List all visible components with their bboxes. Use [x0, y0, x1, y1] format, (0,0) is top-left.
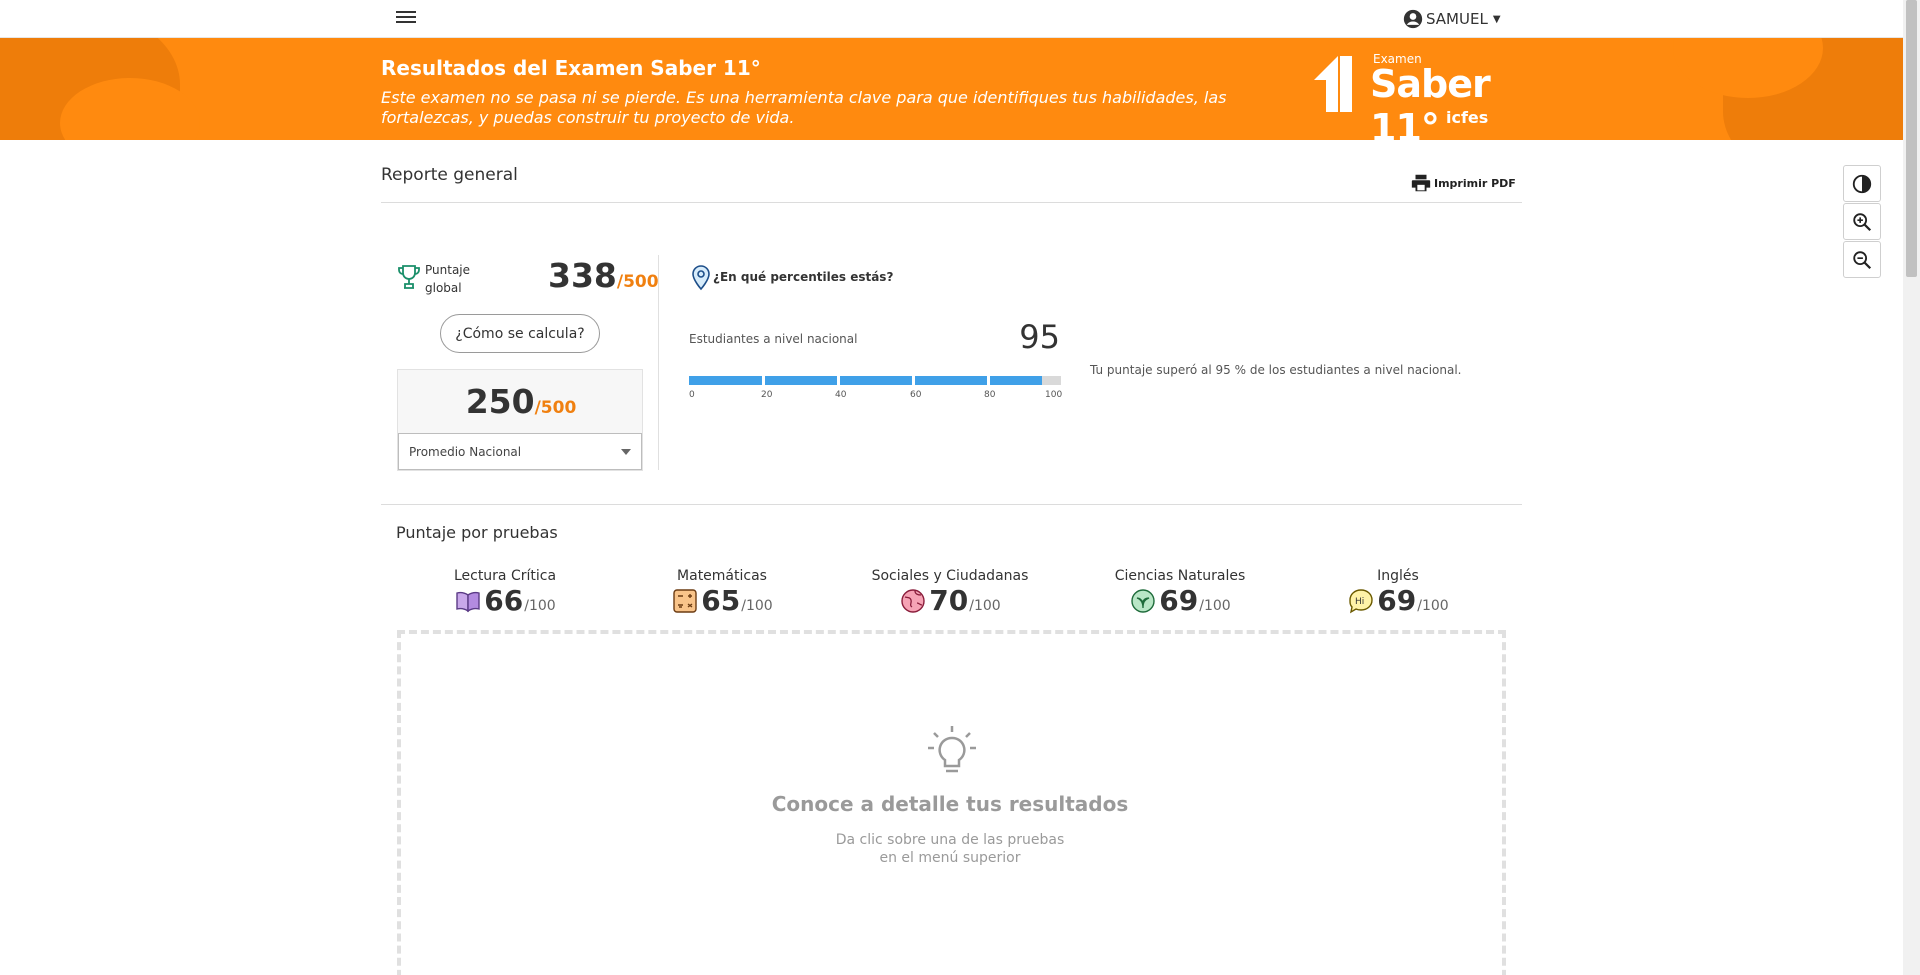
detail-subtitle: Da clic sobre una de las pruebas en el m…	[700, 831, 1200, 867]
test-score-row: 66/100	[395, 586, 615, 616]
test-score-item[interactable]: Inglés Hi 69/100	[1288, 568, 1508, 616]
speech-bubble-icon: Hi	[1347, 587, 1375, 615]
test-score-row: Hi 69/100	[1288, 586, 1508, 616]
test-score-value: 66	[484, 584, 524, 617]
detail-subtitle-line-2: en el menú superior	[879, 850, 1021, 866]
svg-text:Hi: Hi	[1355, 597, 1364, 607]
zoom-in-icon	[1853, 212, 1872, 231]
test-score-max: /100	[524, 598, 556, 614]
test-score-max: /100	[969, 598, 1001, 614]
average-score-max: /500	[534, 398, 577, 418]
test-score-item[interactable]: Sociales y Ciudadanas 70/100	[840, 568, 1060, 616]
chevron-down-icon	[621, 449, 631, 455]
global-score-value: 338	[548, 256, 617, 295]
global-score-label: Puntaje global	[425, 263, 471, 295]
average-score-card: 250/500 Promedio Nacional	[397, 369, 643, 471]
user-name: SAMUEL	[1426, 10, 1488, 28]
account-circle-icon	[1403, 9, 1423, 29]
percentile-tick-label: 80	[984, 390, 996, 400]
globe-icon	[899, 587, 927, 615]
detail-subtitle-line-1: Da clic sobre una de las pruebas	[835, 832, 1065, 848]
saber-11-logo: Examen Saber 11° icfes	[1312, 50, 1522, 140]
percentile-tick-label: 100	[1045, 390, 1063, 400]
vertical-divider	[658, 255, 659, 470]
contrast-toggle-button[interactable]	[1843, 165, 1881, 202]
percentile-title: ¿En qué percentiles estás?	[713, 270, 894, 284]
percentile-tick-label: 60	[910, 390, 922, 400]
test-score-row: 65/100	[612, 586, 832, 616]
zoom-out-icon	[1853, 250, 1872, 269]
test-score-max: /100	[1199, 598, 1231, 614]
detail-title: Conoce a detalle tus resultados	[771, 792, 1129, 816]
average-type-selected: Promedio Nacional	[409, 444, 522, 459]
logo-saber-text: Saber 11°	[1370, 62, 1491, 140]
tests-section-title: Puntaje por pruebas	[396, 523, 558, 542]
calculator-icon	[671, 587, 699, 615]
percentile-label: Estudiantes a nivel nacional	[689, 332, 858, 346]
test-name: Ciencias Naturales	[1114, 568, 1246, 584]
user-menu-dropdown[interactable]: SAMUEL ▼	[1403, 7, 1501, 31]
test-score-max: /100	[1417, 598, 1449, 614]
banner-subtitle: Este examen no se pasa ni se pierde. Es …	[381, 88, 1227, 127]
lightbulb-icon	[928, 726, 976, 773]
book-icon	[454, 587, 482, 615]
average-score: 250/500	[398, 382, 644, 421]
top-navbar: SAMUEL ▼	[0, 0, 1903, 38]
global-score-max: /500	[616, 272, 659, 292]
leaf-icon	[1129, 587, 1157, 615]
scrollbar-thumb[interactable]	[1906, 0, 1917, 277]
percentile-tick-label: 0	[689, 390, 695, 400]
test-score-max: /100	[741, 598, 773, 614]
banner-title: Resultados del Examen Saber 11°	[381, 56, 761, 80]
test-name: Lectura Crítica	[453, 568, 557, 584]
test-score-value: 69	[1159, 584, 1199, 617]
percentile-bar	[689, 376, 1061, 385]
print-pdf-label: Imprimir PDF	[1434, 176, 1516, 190]
zoom-out-button[interactable]	[1843, 241, 1881, 278]
report-title: Reporte general	[381, 165, 518, 185]
test-score-item[interactable]: Ciencias Naturales 69/100	[1070, 568, 1290, 616]
location-pin-icon	[692, 265, 710, 291]
test-score-value: 70	[929, 584, 969, 617]
accessibility-toolbar	[1843, 165, 1881, 279]
caret-down-icon: ▼	[1492, 13, 1501, 25]
test-name: Inglés	[1377, 568, 1419, 584]
test-name: Matemáticas	[677, 568, 767, 584]
test-score-row: 70/100	[840, 586, 1060, 616]
percentile-description: Tu puntaje superó al 95 % de los estudia…	[1090, 363, 1462, 377]
trophy-icon	[398, 265, 420, 289]
zoom-in-button[interactable]	[1843, 203, 1881, 240]
hamburger-menu-button[interactable]	[394, 8, 420, 28]
saber-logo-mark-icon	[1314, 56, 1352, 112]
percentile-tick-label: 20	[761, 390, 773, 400]
divider	[381, 504, 1522, 505]
page-scrollbar[interactable]	[1903, 0, 1920, 975]
test-score-item[interactable]: Lectura Crítica 66/100	[395, 568, 615, 616]
test-name: Sociales y Ciudadanas	[871, 568, 1029, 584]
logo-icfes-text: icfes	[1446, 108, 1489, 127]
how-calculated-button[interactable]: ¿Cómo se calcula?	[440, 314, 600, 353]
test-score-value: 69	[1377, 584, 1417, 617]
printer-icon	[1411, 174, 1431, 192]
test-score-item[interactable]: Matemáticas 65/100	[612, 568, 832, 616]
average-type-select[interactable]: Promedio Nacional	[398, 433, 642, 470]
contrast-icon	[1852, 174, 1872, 193]
percentile-value: 95	[1019, 318, 1060, 356]
global-score: 338/500	[548, 256, 659, 295]
average-score-value: 250	[465, 382, 535, 421]
header-banner: Resultados del Examen Saber 11° Este exa…	[0, 38, 1903, 140]
print-pdf-button[interactable]: Imprimir PDF	[1410, 172, 1516, 194]
test-score-value: 65	[701, 584, 741, 617]
divider	[381, 202, 1522, 203]
percentile-bar-fill	[689, 376, 1043, 385]
test-score-row: 69/100	[1070, 586, 1290, 616]
percentile-tick-label: 40	[835, 390, 847, 400]
